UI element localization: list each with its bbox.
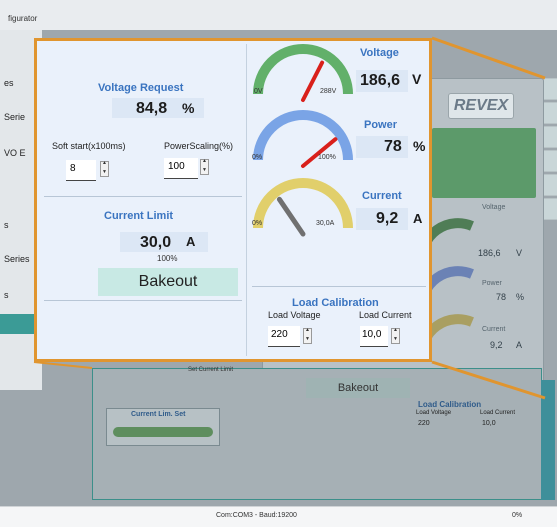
power-gauge-max: 100% <box>318 154 336 161</box>
current-label: Current <box>362 190 402 202</box>
current-gauge-arc <box>253 178 353 229</box>
gauge-set <box>253 44 353 237</box>
current-limit-label: Current Limit <box>104 210 174 222</box>
load-current-stepper-icon[interactable] <box>391 327 400 344</box>
voltage-unit: V <box>412 71 422 87</box>
voltage-request-value: 84,8 <box>136 100 168 117</box>
load-current-label: Load Current <box>359 310 412 320</box>
current-unit: A <box>413 211 423 226</box>
voltage-request-label: Voltage Request <box>98 82 184 94</box>
power-value: 78 <box>384 138 402 155</box>
load-voltage-value: 220 <box>271 329 288 340</box>
soft-start-value: 8 <box>70 163 76 174</box>
current-limit-unit: A <box>186 234 196 249</box>
soft-start-input[interactable]: 8 <box>66 160 96 181</box>
load-calibration-label: Load Calibration <box>292 297 379 309</box>
soft-start-stepper-icon[interactable] <box>100 160 109 177</box>
voltage-gauge-min: 0V <box>254 88 263 95</box>
current-limit-value: 30,0 <box>140 234 172 251</box>
soft-start-label: Soft start(x100ms) <box>52 141 126 151</box>
load-voltage-label: Load Voltage <box>268 310 321 320</box>
divider-2 <box>44 300 242 301</box>
column-divider <box>246 44 247 356</box>
current-gauge-needle <box>276 196 306 237</box>
power-gauge-needle <box>301 137 338 168</box>
voltage-gauge-max: 288V <box>320 88 337 95</box>
divider-1 <box>44 196 242 197</box>
voltage-label: Voltage <box>360 47 399 59</box>
load-current-value: 10,0 <box>362 329 382 340</box>
divider-3 <box>252 286 426 287</box>
power-label: Power <box>364 119 398 131</box>
power-scaling-label: PowerScaling(%) <box>164 141 234 151</box>
load-current-input[interactable]: 10,0 <box>360 326 388 347</box>
load-voltage-input[interactable]: 220 <box>268 326 300 347</box>
voltage-value: 186,6 <box>360 72 401 89</box>
current-value: 9,2 <box>376 210 399 227</box>
power-scaling-input[interactable]: 100 <box>164 158 198 179</box>
load-voltage-stepper-icon[interactable] <box>303 327 312 344</box>
power-unit: % <box>413 138 426 154</box>
power-scaling-stepper-icon[interactable] <box>200 158 209 175</box>
current-gauge-max: 30,0A <box>316 220 335 227</box>
voltage-request-unit: % <box>182 100 195 116</box>
power-scaling-value: 100 <box>168 161 185 172</box>
current-limit-percent: 100% <box>157 254 178 263</box>
current-gauge-min: 0% <box>252 220 263 227</box>
power-gauge-min: 0% <box>252 154 263 161</box>
bakeout-button[interactable]: Bakeout <box>98 268 238 296</box>
